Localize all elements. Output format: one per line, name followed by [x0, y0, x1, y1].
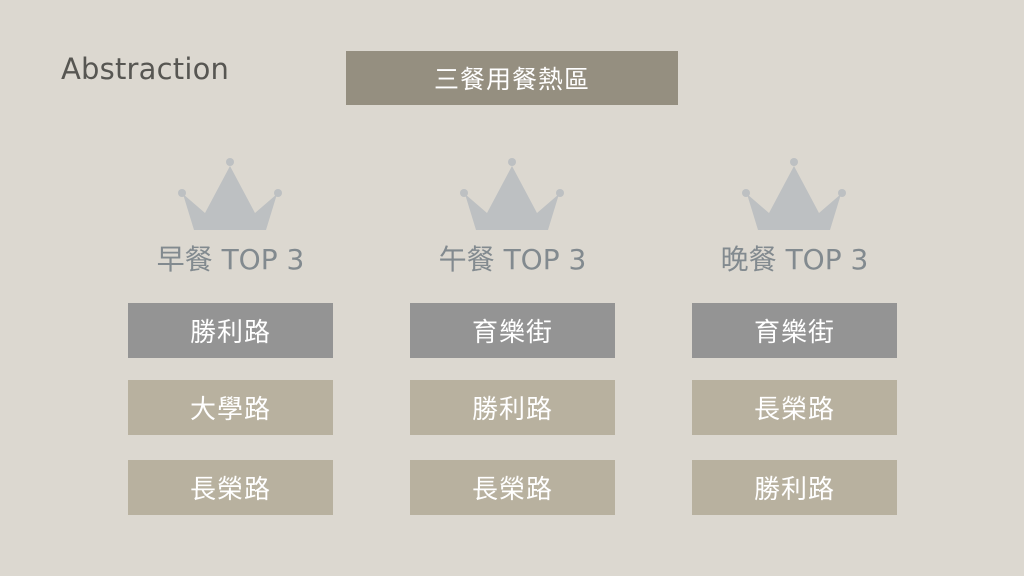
page-title: 三餐用餐熱區: [346, 51, 678, 105]
breakfast-title: 早餐 TOP 3: [156, 243, 305, 276]
dinner-title: 晚餐 TOP 3: [720, 243, 869, 276]
dinner-rank-2: 長榮路: [692, 380, 897, 435]
dinner-rank-1: 育樂街: [692, 303, 897, 358]
abstraction-label: Abstraction: [61, 52, 230, 86]
lunch-title: 午餐 TOP 3: [438, 243, 587, 276]
breakfast-rank-2: 大學路: [128, 380, 333, 435]
lunch-rank-1: 育樂街: [410, 303, 615, 358]
breakfast-rank-3: 長榮路: [128, 460, 333, 515]
lunch-rank-2: 勝利路: [410, 380, 615, 435]
lunch-rank-3: 長榮路: [410, 460, 615, 515]
crown-icon: [178, 158, 282, 230]
breakfast-rank-1: 勝利路: [128, 303, 333, 358]
crown-icon: [742, 158, 846, 230]
crown-icon: [460, 158, 564, 230]
dinner-rank-3: 勝利路: [692, 460, 897, 515]
